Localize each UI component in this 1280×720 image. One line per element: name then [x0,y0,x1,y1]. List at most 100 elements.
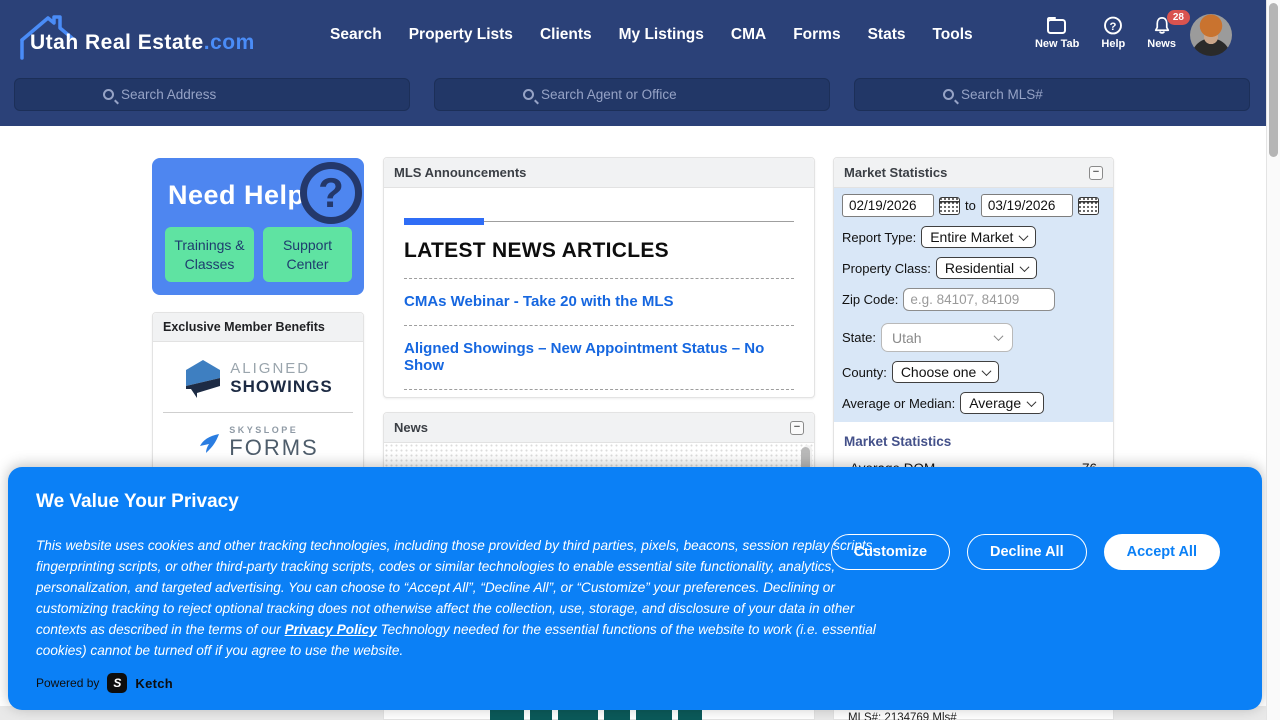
cookie-consent-banner: We Value Your Privacy This website uses … [8,467,1262,710]
mls-search [854,78,1250,111]
nav-stats[interactable]: Stats [868,26,906,44]
aligned-text-line1: ALIGNED [230,360,332,377]
new-tab-icon [1046,16,1068,35]
member-benefits-title: Exclusive Member Benefits [163,320,325,334]
news-title: News [394,420,428,435]
county-label: County: [842,365,887,380]
nav-clients[interactable]: Clients [540,26,592,44]
market-statistics-form: to Report Type: Entire Market Property C… [834,188,1113,422]
date-from-input[interactable] [842,194,934,217]
member-benefits-header: Exclusive Member Benefits [153,313,363,342]
main-nav: Search Property Lists Clients My Listing… [330,26,973,44]
user-avatar[interactable] [1190,14,1232,56]
skyslope-text-line1: SKYSLOPE [229,425,318,435]
skyslope-text-line2: FORMS [229,435,318,461]
report-type-label: Report Type: [842,230,916,245]
powered-by-ketch[interactable]: Powered by S Ketch [36,673,173,693]
mls-search-input[interactable] [961,87,1161,102]
zip-code-input[interactable] [903,288,1055,311]
average-median-label: Average or Median: [842,396,955,411]
skyslope-icon [197,430,223,456]
average-median-select[interactable]: Average [960,392,1044,414]
trainings-classes-button[interactable]: Trainings & Classes [165,227,254,282]
page-scrollbar[interactable] [1266,0,1280,720]
address-search-input[interactable] [121,87,321,102]
cutoff-headline-fragment [530,709,552,720]
chevron-down-icon [1019,231,1029,241]
chevron-down-icon [1020,262,1030,272]
ketch-brand-name: Ketch [135,676,173,691]
mls-announcements-title: MLS Announcements [394,165,526,180]
need-help-title: Need Help [168,180,305,211]
nav-forms[interactable]: Forms [793,26,840,44]
zip-code-label: Zip Code: [842,292,898,307]
search-icon [943,89,954,100]
chevron-down-icon [982,366,992,376]
chevron-down-icon [1027,397,1037,407]
nav-property-lists[interactable]: Property Lists [409,26,513,44]
search-icon [523,89,534,100]
new-tab-label: New Tab [1035,38,1079,50]
article-link-aligned-showings[interactable]: Aligned Showings – New Appointment Statu… [404,340,794,374]
agent-search [434,78,830,111]
agent-search-input[interactable] [541,87,741,102]
collapse-icon[interactable]: − [790,421,804,435]
cutoff-headline-fragment [558,709,598,720]
latest-news-heading: LATEST NEWS ARTICLES [404,239,794,263]
cutoff-headline-fragment [490,709,524,720]
report-type-select[interactable]: Entire Market [921,226,1036,248]
county-select[interactable]: Choose one [892,361,1000,383]
decline-all-button[interactable]: Decline All [967,534,1087,570]
calendar-icon[interactable] [939,197,960,215]
nav-search[interactable]: Search [330,26,382,44]
help-button[interactable]: ? Help [1101,16,1125,50]
nav-tools[interactable]: Tools [932,26,972,44]
calendar-icon[interactable] [1078,197,1099,215]
site-logo[interactable]: Utah Real Estate.com [14,14,244,58]
property-class-label: Property Class: [842,261,931,276]
logo-dotcom: .com [204,31,255,54]
need-help-panel: Need Help ? Trainings & Classes Support … [152,158,364,295]
property-class-select[interactable]: Residential [936,257,1037,279]
date-to-input[interactable] [981,194,1073,217]
article-link-cmas-webinar[interactable]: CMAs Webinar - Take 20 with the MLS [404,293,794,310]
mls-announcements-panel: MLS Announcements LATEST NEWS ARTICLES C… [383,157,815,398]
cutoff-headline-fragment [636,709,672,720]
accent-rule [404,221,794,222]
dashed-divider [404,389,794,390]
news-button[interactable]: 28 News [1147,16,1176,50]
search-icon [103,89,114,100]
cookie-banner-text: This website uses cookies and other trac… [36,535,888,661]
new-tab-button[interactable]: New Tab [1035,16,1079,50]
nav-my-listings[interactable]: My Listings [619,26,704,44]
accept-all-button[interactable]: Accept All [1104,534,1220,570]
page-scrollbar-thumb[interactable] [1269,3,1278,157]
support-center-button[interactable]: Support Center [263,227,352,282]
aligned-showings-icon [183,356,223,400]
state-select[interactable]: Utah [881,323,1013,352]
powered-by-label: Powered by [36,676,99,690]
accent-bar [404,218,484,225]
to-label: to [965,198,976,213]
aligned-showings-logo[interactable]: ALIGNED SHOWINGS [153,342,363,412]
customize-button[interactable]: Customize [831,534,950,570]
dashed-divider [404,278,794,279]
ketch-icon: S [107,673,127,693]
help-label: Help [1101,38,1125,50]
header-actions: New Tab ? Help 28 News [1035,16,1176,50]
mls-announcements-header: MLS Announcements [384,158,814,188]
market-statistics-title: Market Statistics [844,165,947,180]
market-statistics-header: Market Statistics − [834,158,1113,188]
skyslope-forms-logo[interactable]: SKYSLOPE FORMS [153,413,363,461]
chevron-down-icon [994,331,1004,341]
news-label: News [1147,38,1176,50]
privacy-policy-link[interactable]: Privacy Policy [285,622,377,637]
news-header: News − [384,413,814,443]
state-label: State: [842,330,876,345]
collapse-icon[interactable]: − [1089,166,1103,180]
cutoff-headline-fragment [604,709,630,720]
nav-cma[interactable]: CMA [731,26,766,44]
top-navigation-bar: Utah Real Estate.com Search Property Lis… [0,0,1266,126]
address-search [14,78,410,111]
svg-text:?: ? [1110,21,1117,33]
